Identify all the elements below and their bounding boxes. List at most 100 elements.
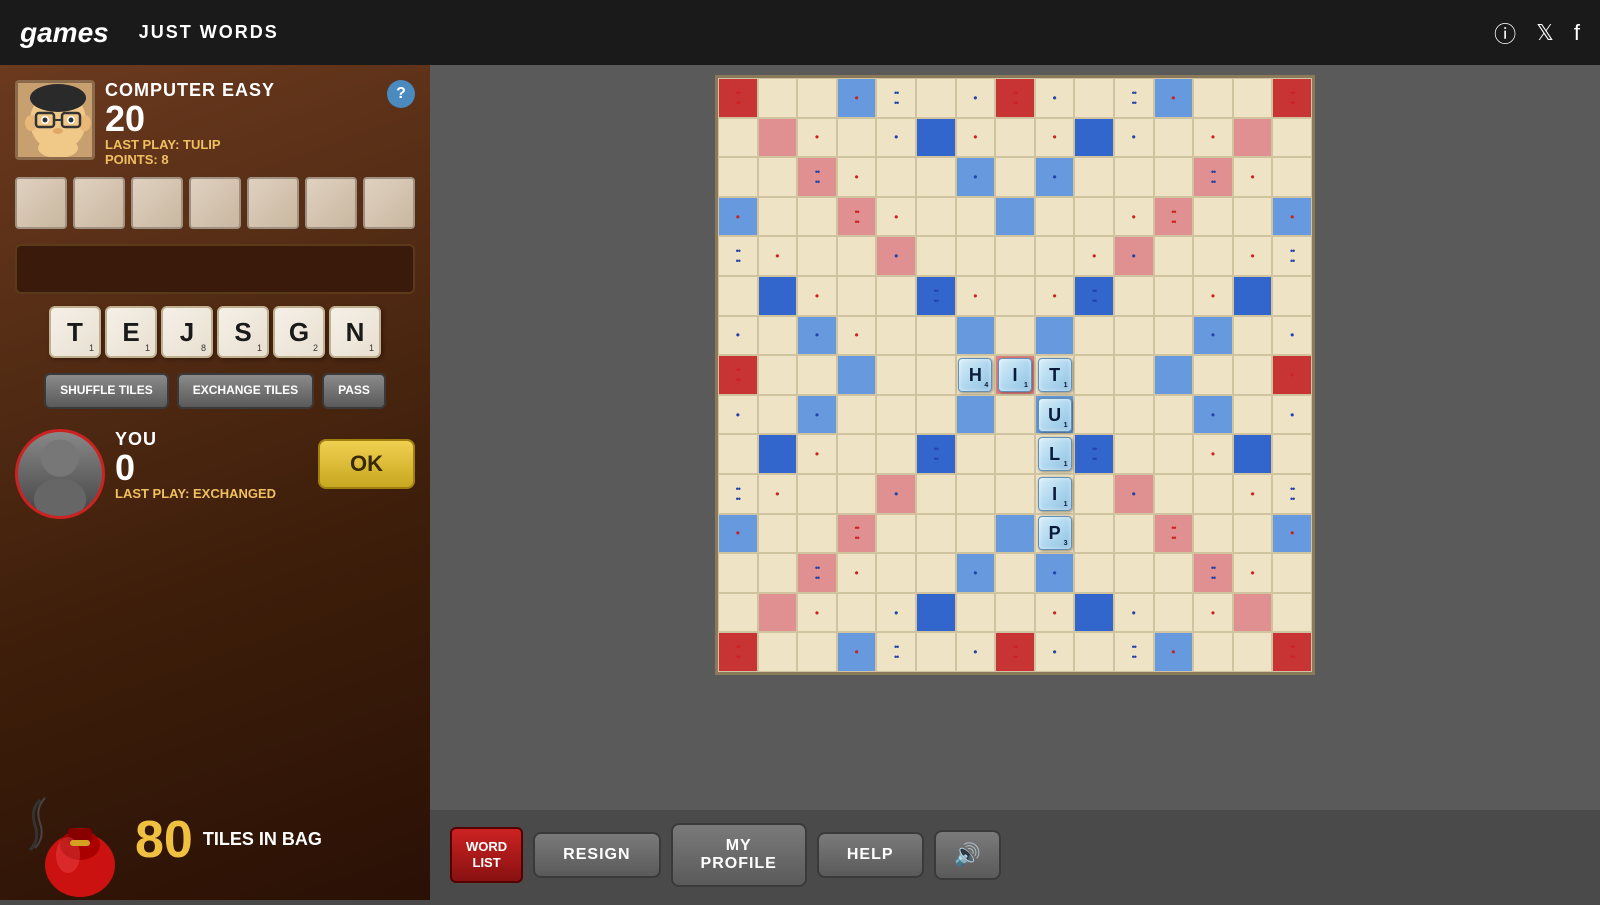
help-question-button[interactable]: ?	[387, 80, 415, 108]
board-cell-5-14[interactable]	[1272, 276, 1312, 316]
board-cell-8-13[interactable]	[1233, 395, 1273, 435]
board-cell-12-1[interactable]	[758, 553, 798, 593]
board-cell-4-9[interactable]: •	[1074, 236, 1114, 276]
sound-button[interactable]: 🔊	[934, 830, 1001, 880]
board-cell-11-0[interactable]: •	[718, 514, 758, 554]
board-cell-5-1[interactable]	[758, 276, 798, 316]
board-cell-7-14[interactable]: •	[1272, 355, 1312, 395]
board-cell-1-2[interactable]: •	[797, 118, 837, 158]
board-cell-11-7[interactable]	[995, 514, 1035, 554]
board-cell-3-8[interactable]	[1035, 197, 1075, 237]
board-cell-12-10[interactable]	[1114, 553, 1154, 593]
board-cell-6-4[interactable]	[876, 316, 916, 356]
board-cell-10-13[interactable]: •	[1233, 474, 1273, 514]
board-cell-12-2[interactable]: ••••	[797, 553, 837, 593]
board-cell-11-11[interactable]: ••••	[1154, 514, 1194, 554]
board-cell-14-0[interactable]: ••••	[718, 632, 758, 672]
board-cell-3-12[interactable]	[1193, 197, 1233, 237]
exchange-tiles-button[interactable]: Exchange Tiles	[177, 373, 314, 409]
board-cell-6-10[interactable]	[1114, 316, 1154, 356]
board-cell-2-7[interactable]	[995, 157, 1035, 197]
board-cell-9-12[interactable]: •	[1193, 434, 1233, 474]
board-cell-14-2[interactable]	[797, 632, 837, 672]
my-profile-button[interactable]: MyProfile	[671, 823, 807, 887]
board-tile-U[interactable]: U1	[1038, 398, 1072, 432]
board-cell-7-11[interactable]	[1154, 355, 1194, 395]
board-cell-9-3[interactable]	[837, 434, 877, 474]
board-cell-8-9[interactable]	[1074, 395, 1114, 435]
board-cell-11-10[interactable]	[1114, 514, 1154, 554]
board-cell-6-6[interactable]	[956, 316, 996, 356]
board-cell-13-14[interactable]	[1272, 593, 1312, 633]
board-cell-5-5[interactable]: ••••	[916, 276, 956, 316]
board-cell-0-10[interactable]: ••••	[1114, 78, 1154, 118]
board-cell-0-7[interactable]: ••••	[995, 78, 1035, 118]
board-cell-10-2[interactable]	[797, 474, 837, 514]
board-cell-8-3[interactable]	[837, 395, 877, 435]
board-cell-9-9[interactable]: ••••	[1074, 434, 1114, 474]
board-cell-9-4[interactable]	[876, 434, 916, 474]
board-cell-5-2[interactable]: •	[797, 276, 837, 316]
board-cell-12-9[interactable]	[1074, 553, 1114, 593]
board-cell-7-2[interactable]	[797, 355, 837, 395]
board-cell-1-10[interactable]: •	[1114, 118, 1154, 158]
board-cell-13-10[interactable]: •	[1114, 593, 1154, 633]
board-cell-4-12[interactable]	[1193, 236, 1233, 276]
board-cell-13-5[interactable]	[916, 593, 956, 633]
board-cell-11-5[interactable]	[916, 514, 956, 554]
board-cell-2-8[interactable]: •	[1035, 157, 1075, 197]
board-cell-13-4[interactable]: •	[876, 593, 916, 633]
board-cell-3-2[interactable]	[797, 197, 837, 237]
board-cell-6-9[interactable]	[1074, 316, 1114, 356]
board-cell-3-14[interactable]: •	[1272, 197, 1312, 237]
board-cell-10-6[interactable]	[956, 474, 996, 514]
board-cell-7-8[interactable]: T1	[1035, 355, 1075, 395]
board-tile-H[interactable]: H4	[958, 358, 992, 392]
board-cell-1-4[interactable]: •	[876, 118, 916, 158]
board-cell-2-13[interactable]: •	[1233, 157, 1273, 197]
board-cell-14-12[interactable]	[1193, 632, 1233, 672]
board-cell-5-10[interactable]	[1114, 276, 1154, 316]
board-tile-L[interactable]: L1	[1038, 437, 1072, 471]
help-button[interactable]: Help	[817, 832, 924, 878]
board-cell-13-1[interactable]	[758, 593, 798, 633]
board-cell-5-4[interactable]	[876, 276, 916, 316]
board-cell-9-0[interactable]	[718, 434, 758, 474]
board-cell-11-3[interactable]: ••••	[837, 514, 877, 554]
board-cell-9-7[interactable]	[995, 434, 1035, 474]
board-cell-2-10[interactable]	[1114, 157, 1154, 197]
player-tile-E[interactable]: E 1	[105, 306, 157, 358]
board-cell-13-2[interactable]: •	[797, 593, 837, 633]
board-cell-12-13[interactable]: •	[1233, 553, 1273, 593]
board-tile-T[interactable]: T1	[1038, 358, 1072, 392]
board-cell-0-11[interactable]: •	[1154, 78, 1194, 118]
board-cell-1-5[interactable]	[916, 118, 956, 158]
board-cell-14-3[interactable]: •	[837, 632, 877, 672]
board-cell-11-8[interactable]: P3	[1035, 514, 1075, 554]
board-cell-12-8[interactable]: •	[1035, 553, 1075, 593]
board-cell-2-0[interactable]	[718, 157, 758, 197]
board-cell-0-13[interactable]	[1233, 78, 1273, 118]
board-cell-13-12[interactable]: •	[1193, 593, 1233, 633]
board-cell-5-6[interactable]: •	[956, 276, 996, 316]
board-cell-8-11[interactable]	[1154, 395, 1194, 435]
board-cell-13-3[interactable]	[837, 593, 877, 633]
board-cell-11-4[interactable]	[876, 514, 916, 554]
board-cell-11-9[interactable]	[1074, 514, 1114, 554]
board-cell-14-5[interactable]	[916, 632, 956, 672]
board-cell-0-3[interactable]: •	[837, 78, 877, 118]
board-cell-6-5[interactable]	[916, 316, 956, 356]
board-cell-0-1[interactable]	[758, 78, 798, 118]
board-cell-3-0[interactable]: •	[718, 197, 758, 237]
board-cell-10-5[interactable]	[916, 474, 956, 514]
board-cell-7-9[interactable]	[1074, 355, 1114, 395]
board-cell-4-0[interactable]: ••••	[718, 236, 758, 276]
info-icon[interactable]: ⓘ	[1494, 17, 1516, 49]
board-cell-7-13[interactable]	[1233, 355, 1273, 395]
board-cell-4-14[interactable]: ••••	[1272, 236, 1312, 276]
board-cell-2-9[interactable]	[1074, 157, 1114, 197]
pass-button[interactable]: Pass	[322, 373, 386, 409]
board-cell-4-3[interactable]	[837, 236, 877, 276]
board-cell-13-13[interactable]	[1233, 593, 1273, 633]
board-cell-3-13[interactable]	[1233, 197, 1273, 237]
